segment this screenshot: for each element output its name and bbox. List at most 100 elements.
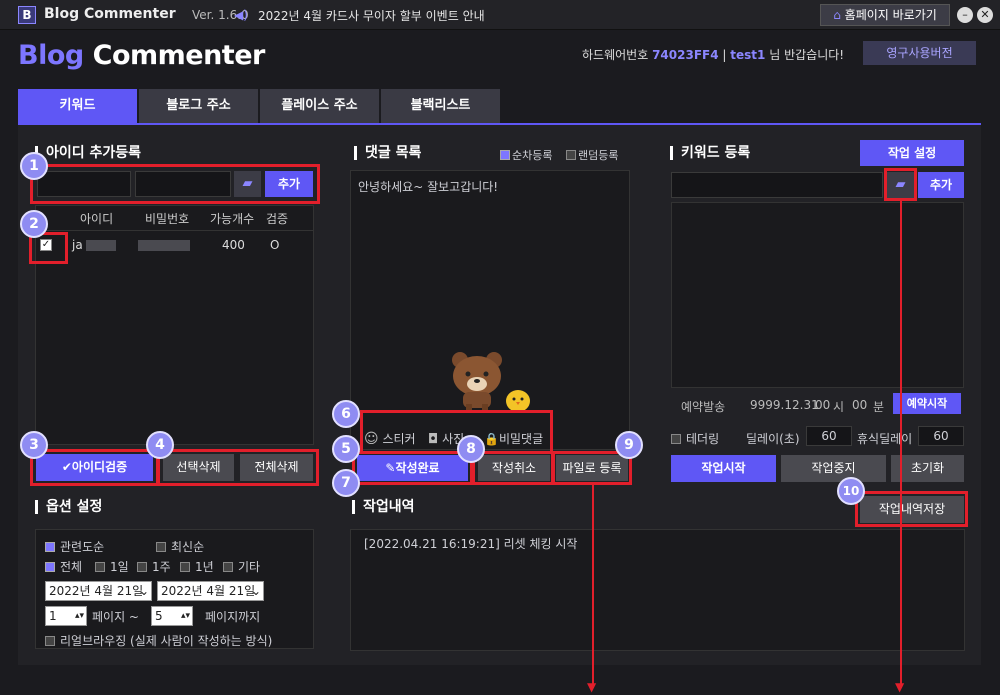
badge-1: 1 [20,152,48,180]
arrow-line-folder [900,201,902,688]
period-1y-label: 1년 [195,560,214,574]
annotation-box-7 [352,451,473,485]
period-all-option[interactable]: 전체 [45,558,82,575]
header-divider [35,230,314,231]
annotation-box-4 [157,449,319,486]
sort-related-option[interactable]: 관련도순 [45,538,104,555]
title-blog: Blog [18,40,84,71]
period-etc-label: 기타 [238,560,261,574]
annotation-box-folder [884,168,917,201]
add-keyword-button[interactable]: 추가 [918,172,964,198]
comments-section-title: 댓글 목록 [354,146,421,160]
comment-text: 안녕하세요~ 잘보고갑니다! [358,180,499,194]
homepage-button[interactable]: ⌂ 홈페이지 바로가기 [820,4,950,26]
minimize-button[interactable]: – [957,7,973,23]
user-name: test1 [730,48,766,62]
tethering-checkbox [671,434,681,444]
tab-blog-address[interactable]: 블로그 주소 [139,89,258,123]
tab-blacklist[interactable]: 블랙리스트 [381,89,500,123]
app-name: Blog Commenter [44,6,176,22]
period-1d-option[interactable]: 1일 [95,558,129,575]
hw-label: 하드웨어번호 [582,48,649,62]
blurred-password [138,240,190,251]
page-from-stepper[interactable]: 1 ▴▾ [45,606,87,626]
row-verify: O [270,238,280,252]
hour-label: 시 [833,400,845,414]
period-all-label: 전체 [60,560,83,574]
speaker-icon: ◀) [234,8,248,22]
row-count: 400 [222,238,245,252]
badge-2: 2 [20,210,48,238]
annotation-box-1 [30,164,320,204]
random-checkbox [566,150,576,160]
close-button[interactable]: ✕ [977,7,993,23]
period-1w-label: 1주 [152,560,171,574]
title-commenter: Commenter [92,40,266,71]
sequential-checkbox [500,150,510,160]
arrow-line-9 [592,485,594,688]
period-1y-checkbox [180,562,190,572]
options-section-title: 옵션 설정 [35,500,102,514]
sort-recent-label: 최신순 [171,540,205,554]
real-browsing-option[interactable]: 리얼브라우징 (실제 사람이 작성하는 방식) [45,632,272,649]
badge-4: 4 [146,431,174,459]
stop-job-button[interactable]: 작업중지 [781,455,886,482]
badge-9: 9 [615,431,643,459]
tab-place-address[interactable]: 플레이스 주소 [260,89,379,123]
title-bar: B Blog Commenter Ver. 1.6.0 ◀) 2022년 4월 … [0,0,1000,30]
account-section-title: 아이디 추가등록 [35,146,141,160]
minute-label: 분 [873,400,885,414]
badge-10: 10 [837,477,865,505]
col-verify: 검증 [266,212,289,226]
delay-label: 딜레이(초) [746,432,800,446]
hw-code: 74023FF4 [652,48,719,62]
rest-delay-input[interactable]: 60 [918,426,964,446]
spinner-icon: ▴▾ [74,611,84,621]
period-1d-checkbox [95,562,105,572]
start-job-button[interactable]: 작업시작 [671,455,776,482]
date-to-value: 2022년 4월 21일 [161,584,256,598]
reserve-minute[interactable]: 00 [852,398,867,412]
spinner-icon: ▴▾ [180,611,190,621]
page-to-stepper[interactable]: 5 ▴▾ [151,606,193,626]
date-from-select[interactable]: 2022년 4월 21일 ⌄ [45,581,152,601]
tethering-label: 테더링 [686,432,720,446]
period-etc-option[interactable]: 기타 [223,558,260,575]
sort-related-checkbox [45,542,55,552]
log-section-title: 작업내역 [352,500,415,514]
sort-related-label: 관련도순 [60,540,105,554]
date-to-select[interactable]: 2022년 4월 21일 ⌄ [157,581,264,601]
date-from-value: 2022년 4월 21일 [49,584,144,598]
job-settings-button[interactable]: 작업 설정 [860,140,964,166]
sequential-option[interactable]: 순차등록 [500,147,552,163]
sort-recent-option[interactable]: 최신순 [156,538,204,555]
period-1w-option[interactable]: 1주 [137,558,171,575]
tab-keyword[interactable]: 키워드 [18,89,137,123]
annotation-box-3 [30,449,159,486]
log-entry: [2022.04.21 16:19:21] 리셋 체킹 시작 [364,537,578,551]
delay-input[interactable]: 60 [806,426,852,446]
app-logo-icon: B [18,6,36,24]
tethering-option[interactable]: 테더링 [671,430,719,447]
rest-delay-label: 휴식딜레이 [857,432,913,446]
app-window: B Blog Commenter Ver. 1.6.0 ◀) 2022년 4월 … [0,0,1000,695]
hardware-info: 하드웨어번호 74023FF4 | test1 님 반갑습니다! [582,46,844,63]
col-id: 아이디 [80,212,114,226]
hw-separator: | [722,48,727,62]
notice-link[interactable]: 2022년 4월 카드사 무이자 할부 이벤트 안내 [258,7,485,24]
bear-sticker [448,350,506,412]
badge-3: 3 [20,431,48,459]
period-1y-option[interactable]: 1년 [180,558,214,575]
random-option[interactable]: 랜덤등록 [566,147,618,163]
badge-6: 6 [332,400,360,428]
chevron-down-icon: ⌄ [250,584,261,598]
page-from-value: 1 [49,609,57,623]
reserve-start-button[interactable]: 예약시작 [893,393,961,414]
reserve-date[interactable]: 9999.12.31 [750,398,819,412]
annotation-box-10 [855,491,968,527]
reserve-hour[interactable]: 00 [815,398,830,412]
home-icon: ⌂ [833,8,841,22]
homepage-button-label: 홈페이지 바로가기 [844,8,937,22]
keyword-input[interactable] [671,172,883,198]
permanent-version-button[interactable]: 영구사용버전 [863,41,976,65]
